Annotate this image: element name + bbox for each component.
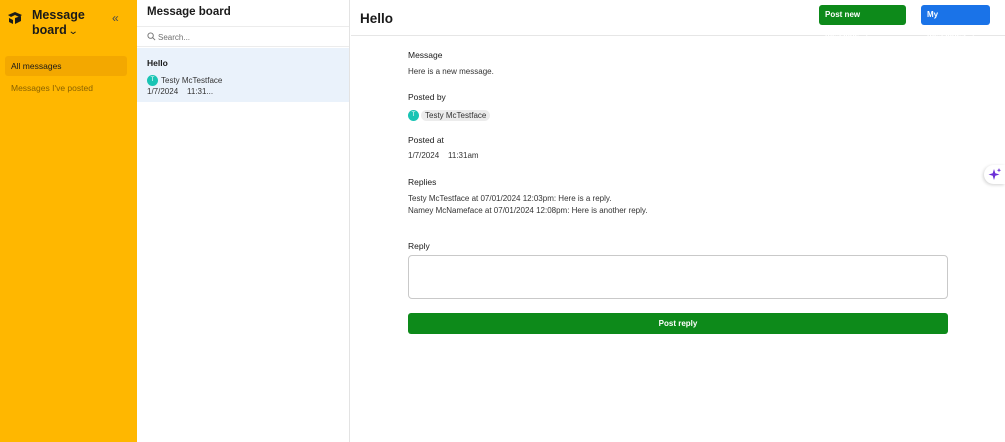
app-title[interactable]: Message board⌄ (32, 8, 92, 39)
avatar: T (147, 75, 158, 87)
list-item-date: 1/7/2024 (147, 87, 179, 96)
search-bar (137, 26, 349, 47)
sparkle-icon (988, 168, 1002, 180)
button-label: Post reply (658, 319, 698, 328)
sidebar-item-all-messages[interactable]: All messages (5, 56, 127, 76)
posted-date: 1/7/2024 (408, 151, 440, 160)
button-label: Post new message (825, 10, 861, 39)
list-item-time: 11:31... (187, 87, 214, 96)
list-item[interactable]: Hello T Testy McTestface 1/7/2024 11:31..… (137, 48, 349, 102)
message-value: Here is a new message. (408, 67, 494, 76)
post-reply-button[interactable]: Post reply (408, 313, 948, 334)
posted-by-author: T Testy McTestface (408, 107, 491, 122)
sidebar: Message board⌄ « All messages Messages I… (0, 0, 137, 442)
author-name: Testy McTestface (421, 110, 491, 122)
search-input[interactable] (158, 30, 338, 44)
double-chevron-left-icon[interactable]: « (112, 11, 119, 25)
post-new-message-button[interactable]: Post new message › (819, 5, 906, 39)
sidebar-item-label: Messages I've posted (11, 83, 93, 93)
list-item-author: T Testy McTestface (147, 72, 223, 87)
posted-at-label: Posted at (408, 135, 444, 145)
message-list-pane: Message board Hello TTesty McTestface 1/… (137, 0, 350, 442)
posted-at-value: 1/7/2024 11:31am (408, 151, 479, 160)
sidebar-item-my-posts[interactable]: Messages I've posted (5, 78, 127, 98)
reply-entry: Testy McTestface at 07/01/2024 12:03pm: … (408, 194, 612, 203)
list-title: Message board (147, 6, 231, 18)
assistant-button[interactable] (984, 165, 1005, 184)
detail-header: Hello Post new message › My messages › (351, 0, 1005, 39)
app-logo-icon (8, 12, 22, 24)
reply-entry: Namey McNameface at 07/01/2024 12:08pm: … (408, 206, 648, 215)
page-title: Hello (360, 11, 394, 26)
posted-by-label: Posted by (408, 92, 446, 102)
button-label: My messages (927, 10, 966, 39)
reply-label: Reply (408, 241, 430, 251)
search-icon (147, 32, 156, 41)
replies-label: Replies (408, 177, 437, 187)
list-item-title: Hello (147, 58, 168, 68)
posted-time: 11:31am (448, 151, 479, 160)
list-item-timestamp: 1/7/2024 11:31... (147, 87, 213, 96)
avatar: T (408, 110, 419, 122)
author-name: Testy McTestface (161, 76, 223, 86)
message-label: Message (408, 50, 443, 60)
chevron-right-icon: › (971, 30, 975, 39)
chevron-right-icon: › (865, 30, 868, 39)
reply-textarea[interactable] (408, 255, 948, 299)
sidebar-item-label: All messages (11, 61, 62, 71)
chevron-down-icon: ⌄ (67, 26, 79, 37)
my-messages-button[interactable]: My messages › (921, 5, 990, 39)
message-detail: Hello Post new message › My messages › Mes… (351, 0, 1005, 442)
